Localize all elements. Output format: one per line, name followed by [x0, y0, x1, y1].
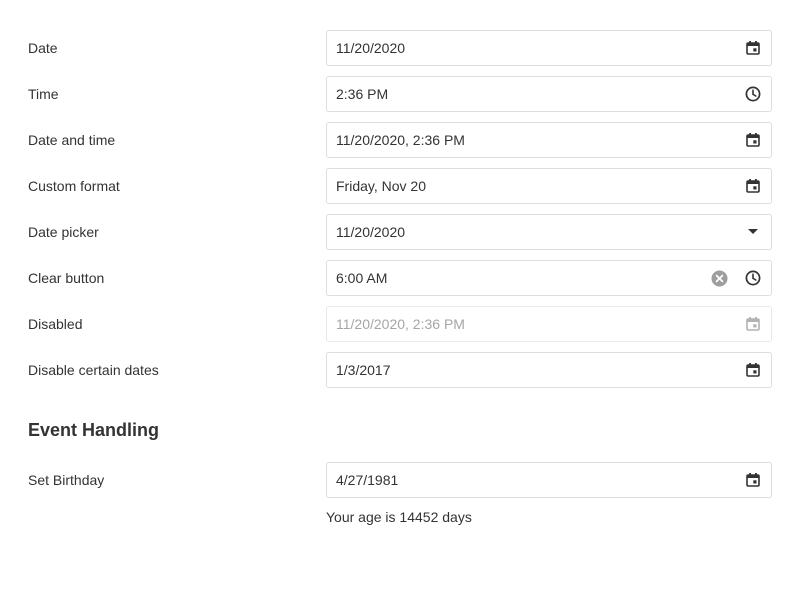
- date-picker-input[interactable]: 11/20/2020: [326, 214, 772, 250]
- custom-format-input[interactable]: Friday, Nov 20: [326, 168, 772, 204]
- datetime-value: 11/20/2020, 2:36 PM: [336, 132, 465, 148]
- datetime-row: Date and time 11/20/2020, 2:36 PM: [0, 122, 800, 158]
- calendar-icon[interactable]: [744, 131, 762, 149]
- event-handling-heading: Event Handling: [28, 420, 160, 440]
- birthday-label: Set Birthday: [28, 472, 105, 488]
- time-input[interactable]: 2:36 PM: [326, 76, 772, 112]
- clear-button-row: Clear button 6:00 AM: [0, 260, 800, 296]
- calendar-icon: [744, 315, 762, 333]
- calendar-icon[interactable]: [744, 471, 762, 489]
- disable-certain-dates-row: Disable certain dates 1/3/2017: [0, 352, 800, 388]
- disable-certain-dates-value: 1/3/2017: [336, 362, 391, 378]
- disabled-input: 11/20/2020, 2:36 PM: [326, 306, 772, 342]
- date-row: Date 11/20/2020: [0, 30, 800, 66]
- date-input[interactable]: 11/20/2020: [326, 30, 772, 66]
- date-picker-label: Date picker: [28, 224, 99, 240]
- clear-circle-icon[interactable]: [710, 269, 728, 287]
- birthday-input[interactable]: 4/27/1981: [326, 462, 772, 498]
- datetime-label: Date and time: [28, 132, 116, 148]
- custom-format-label: Custom format: [28, 178, 120, 194]
- calendar-icon[interactable]: [744, 361, 762, 379]
- custom-format-row: Custom format Friday, Nov 20: [0, 168, 800, 204]
- clock-icon[interactable]: [744, 269, 762, 287]
- disabled-label: Disabled: [28, 316, 83, 332]
- date-picker-row: Date picker 11/20/2020: [0, 214, 800, 250]
- calendar-icon[interactable]: [744, 177, 762, 195]
- custom-format-value: Friday, Nov 20: [336, 178, 426, 194]
- clear-button-label: Clear button: [28, 270, 105, 286]
- clear-button-value: 6:00 AM: [336, 270, 388, 286]
- caret-down-icon[interactable]: [744, 223, 762, 241]
- disabled-value: 11/20/2020, 2:36 PM: [336, 316, 465, 332]
- datetime-input[interactable]: 11/20/2020, 2:36 PM: [326, 122, 772, 158]
- clock-icon[interactable]: [744, 85, 762, 103]
- disable-certain-dates-label: Disable certain dates: [28, 362, 159, 378]
- date-label: Date: [28, 40, 58, 56]
- calendar-icon[interactable]: [744, 39, 762, 57]
- time-value: 2:36 PM: [336, 86, 389, 102]
- birthday-row: Set Birthday 4/27/1981: [0, 462, 800, 498]
- date-picker-value: 11/20/2020: [336, 224, 406, 240]
- time-row: Time 2:36 PM: [0, 76, 800, 112]
- disable-certain-dates-input[interactable]: 1/3/2017: [326, 352, 772, 388]
- date-value: 11/20/2020: [336, 40, 406, 56]
- clear-button-input[interactable]: 6:00 AM: [326, 260, 772, 296]
- birthday-value: 4/27/1981: [336, 472, 399, 488]
- disabled-row: Disabled 11/20/2020, 2:36 PM: [0, 306, 800, 342]
- time-label: Time: [28, 86, 59, 102]
- age-result-text: Your age is 14452 days: [326, 509, 472, 525]
